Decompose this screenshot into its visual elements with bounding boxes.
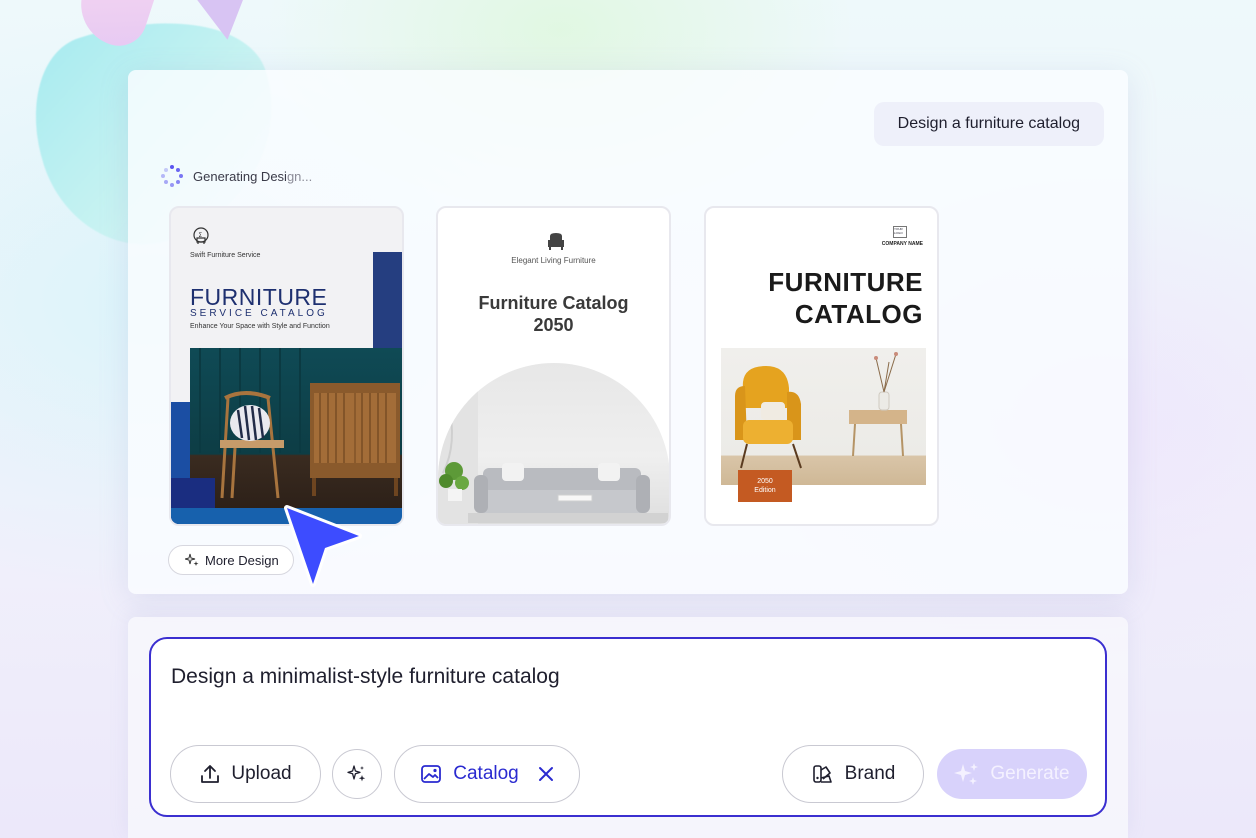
- sparkle-icon: [954, 763, 979, 785]
- catalog-image-icon: [421, 765, 442, 783]
- design-card-2[interactable]: Elegant Living Furniture Furniture Catal…: [436, 206, 671, 526]
- card3-logo-placeholder: YOUR LOGO: [893, 226, 907, 238]
- card3-edition-badge: 2050 Edition: [738, 470, 792, 502]
- card3-badge-year: 2050: [757, 478, 773, 485]
- close-icon[interactable]: [537, 765, 555, 783]
- armchair-logo-icon: Σ: [193, 227, 209, 244]
- cursor-arrow-icon: [284, 505, 362, 587]
- catalog-label: Catalog: [453, 763, 519, 784]
- card1-subtitle: SERVICE CATALOG: [190, 308, 328, 319]
- brand-button[interactable]: Brand: [782, 745, 924, 803]
- card2-title-line1: Furniture Catalog: [478, 293, 629, 313]
- sparkle-icon: [185, 553, 199, 566]
- status-text-main: Generating Desi: [193, 168, 287, 184]
- more-design-button[interactable]: More Design: [168, 545, 294, 575]
- user-prompt-bubble: Design a furniture catalog: [873, 102, 1104, 146]
- upload-label: Upload: [231, 763, 292, 784]
- design-card-1[interactable]: Σ Swift Furniture Service FURNITURE SERV…: [169, 206, 404, 526]
- chat-panel: Design a furniture catalog Generating De…: [128, 70, 1128, 594]
- card3-badge-label: Edition: [754, 487, 776, 494]
- card2-photo: [438, 363, 669, 524]
- status-text-fade: gn...: [286, 168, 313, 184]
- svg-text:Σ: Σ: [198, 232, 202, 239]
- card3-title: FURNITURE CATALOG: [768, 266, 923, 330]
- prompt-input-text[interactable]: Design a minimalist-style furniture cata…: [171, 665, 560, 689]
- catalog-tag[interactable]: Catalog: [394, 745, 580, 803]
- armchair-logo-icon: [548, 233, 564, 250]
- sparkle-icon: [347, 765, 366, 782]
- card1-tagline: Enhance Your Space with Style and Functi…: [190, 323, 330, 330]
- brand-label: Brand: [844, 763, 896, 784]
- upload-icon: [201, 765, 220, 783]
- loading-spinner-icon: [161, 165, 183, 187]
- more-design-label: More Design: [205, 552, 279, 568]
- status-text: Generating Design...: [193, 169, 312, 184]
- decorative-lilac-shape: [192, 0, 256, 44]
- magic-prompt-button[interactable]: [332, 749, 382, 799]
- generate-button[interactable]: Generate: [937, 749, 1087, 799]
- design-card-3[interactable]: YOUR LOGO COMPANY NAME FURNITURE CATALOG: [704, 206, 939, 526]
- generate-label: Generate: [990, 763, 1070, 784]
- card2-title-line2: 2050: [533, 315, 574, 335]
- card3-company-name: COMPANY NAME: [881, 241, 923, 247]
- composer-panel: Design a minimalist-style furniture cata…: [128, 617, 1128, 838]
- card1-title: FURNITURE: [190, 284, 328, 310]
- card1-brand: Swift Furniture Service: [190, 252, 261, 259]
- prompt-input[interactable]: Design a minimalist-style furniture cata…: [149, 637, 1107, 817]
- generating-status: Generating Design...: [161, 165, 312, 187]
- card1-photo: [190, 348, 402, 511]
- card3-title-line2: CATALOG: [794, 299, 923, 329]
- card2-title: Furniture Catalog 2050: [438, 292, 669, 336]
- upload-button[interactable]: Upload: [170, 745, 321, 803]
- card2-brand: Elegant Living Furniture: [511, 256, 596, 265]
- brand-palette-icon: [812, 765, 832, 783]
- card3-photo: [721, 348, 926, 485]
- card3-title-line1: FURNITURE: [768, 267, 923, 297]
